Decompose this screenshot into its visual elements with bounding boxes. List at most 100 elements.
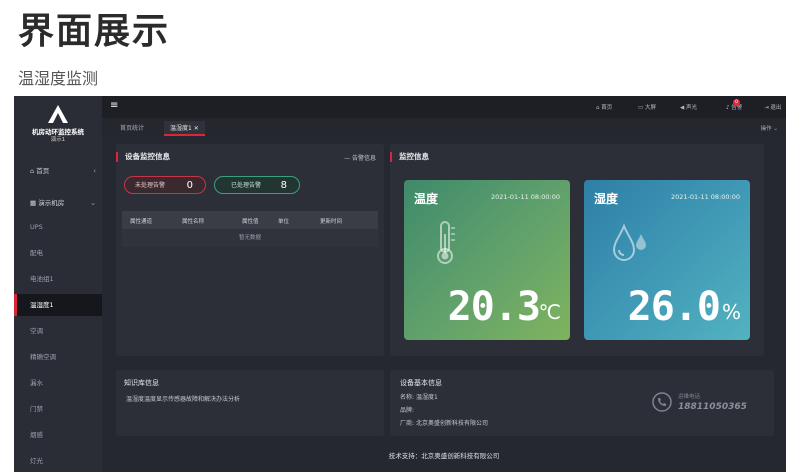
logo-icon xyxy=(48,105,68,123)
unhandled-alarm-label: 未处理告警 xyxy=(135,182,166,189)
device-brand-label: 品牌: xyxy=(400,407,415,414)
sidebar-item-smoke[interactable]: 烟感 xyxy=(14,424,102,446)
slide-title: 界面展示 xyxy=(18,11,171,52)
sidebar-item-precision-ac[interactable]: 精确空调 xyxy=(14,346,102,368)
basic-info-title: 设备基本信息 xyxy=(400,379,442,387)
column-header: 属性名称 xyxy=(182,219,205,225)
ops-phone-number: 18811050365 xyxy=(678,402,747,412)
slide: 界面展示 温湿度监测 机房动环监控系统 演示1 ⌂ 首页 ‹ ▦ 演示机房 ⌄ … xyxy=(0,0,800,476)
topbar-exit-label: 退出 xyxy=(770,105,782,111)
topbar-sound-label: 声光 xyxy=(685,105,697,111)
alarm-info-label: 告警信息 xyxy=(351,155,376,162)
sidebar-item-ac[interactable]: 空调 xyxy=(14,320,102,342)
column-header: 更新时间 xyxy=(320,219,343,225)
sidebar-item-label: 门禁 xyxy=(30,405,43,413)
top-bar: ≡ ⌂ 首页 ▭ 大屏 ◀ 声光 ♪ 告警 0 ⇥ 退出 xyxy=(102,96,786,118)
close-tab-icon[interactable]: ✕ xyxy=(194,125,199,132)
knowledge-description[interactable]: 温湿度温度显示传感器故障和解决办法分析 xyxy=(126,394,240,403)
device-name-label: 名称: xyxy=(400,394,415,401)
monitor-info-panel: 监控信息 温度 2021-01-11 08:00:00 20.3 ℃ 湿度 20… xyxy=(390,144,764,356)
sidebar-item-label: 烟感 xyxy=(30,431,43,439)
sidebar-item-leak[interactable]: 漏水 xyxy=(14,372,102,394)
footer-support: 技术支持：北京奥盛创新科技有限公司 xyxy=(388,452,500,460)
humidity-label: 湿度 xyxy=(594,192,619,206)
menu-icon[interactable]: ≡ xyxy=(110,100,118,111)
minus-icon: — xyxy=(344,155,352,162)
device-monitor-panel: 设备监控信息 — 告警信息 未处理告警 0 已处理告警 8 属性通道 属性名称 … xyxy=(116,144,384,356)
column-header: 单位 xyxy=(278,219,290,225)
topbar-screen-label: 大屏 xyxy=(644,105,656,111)
app-screenshot: 机房动环监控系统 演示1 ⌂ 首页 ‹ ▦ 演示机房 ⌄ UPS 配电 电池组1… xyxy=(14,96,786,472)
water-drop-icon xyxy=(612,223,646,261)
humidity-unit: % xyxy=(721,300,741,324)
monitor-icon: ▭ xyxy=(638,105,645,111)
grid-icon: ▦ xyxy=(30,199,39,207)
device-maker-value: 北京奥盛创新科技有限公司 xyxy=(415,420,488,427)
phone-icon xyxy=(652,392,672,412)
sidebar-item-access[interactable]: 门禁 xyxy=(14,398,102,420)
operations-label: 操作 xyxy=(760,126,772,132)
topbar-home-label: 首页 xyxy=(601,105,613,111)
tab-label: 温湿度1 xyxy=(170,125,192,132)
device-basic-info-panel: 设备基本信息 名称: 温湿度1 品牌: 厂商: 北京奥盛创新科技有限公司 运维电… xyxy=(390,370,774,436)
column-header: 属性值 xyxy=(242,219,259,225)
sidebar-item-temp-humidity[interactable]: 温湿度1 xyxy=(14,294,102,316)
app-version: 演示1 xyxy=(50,137,66,143)
temperature-unit: ℃ xyxy=(538,300,561,324)
topbar-exit[interactable]: ⇥ 退出 xyxy=(764,103,781,111)
topbar-sound[interactable]: ◀ 声光 xyxy=(680,103,697,111)
sidebar-item-label: 配电 xyxy=(30,249,43,257)
sidebar-item-label: 空调 xyxy=(30,327,43,335)
topbar-alarm[interactable]: ♪ 告警 0 xyxy=(726,99,742,111)
ops-phone: 运维电话 18811050365 xyxy=(650,390,762,416)
humidity-card: 湿度 2021-01-11 08:00:00 26.0 % xyxy=(584,180,750,340)
device-monitor-title: 设备监控信息 xyxy=(116,152,170,162)
sidebar-item-label: 首页 xyxy=(36,167,50,175)
monitor-info-title: 监控信息 xyxy=(390,152,429,162)
sidebar-item-home[interactable]: ⌂ 首页 ‹ xyxy=(14,160,102,182)
chevron-left-icon: ‹ xyxy=(93,167,96,175)
sidebar-group-demo-room[interactable]: ▦ 演示机房 ⌄ xyxy=(14,192,102,214)
app-logo: 机房动环监控系统 演示1 xyxy=(14,96,102,150)
sidebar-item-power[interactable]: 配电 xyxy=(14,242,102,264)
table-header: 属性通道 属性名称 属性值 单位 更新时间 xyxy=(122,211,378,229)
sidebar-item-battery[interactable]: 电池组1 xyxy=(14,268,102,290)
thermometer-icon xyxy=(437,221,455,264)
tab-label: 首页统计 xyxy=(120,125,145,132)
device-maker-label: 厂商: xyxy=(400,420,415,427)
sidebar-item-label: 精确空调 xyxy=(30,353,56,361)
handled-alarm-count: 8 xyxy=(280,180,287,191)
temperature-label: 温度 xyxy=(414,192,439,206)
sidebar-item-label: 灯光 xyxy=(30,457,43,465)
sidebar: 机房动环监控系统 演示1 ⌂ 首页 ‹ ▦ 演示机房 ⌄ UPS 配电 电池组1… xyxy=(14,96,102,472)
handled-alarm-label: 已处理告警 xyxy=(231,182,262,189)
knowledge-panel: 知识库信息 温湿度温度显示传感器故障和解决办法分析 xyxy=(116,370,384,436)
tab-home-stats[interactable]: 首页统计 xyxy=(114,121,150,136)
slide-subtitle: 温湿度监测 xyxy=(18,69,99,88)
sidebar-item-light[interactable]: 灯光 xyxy=(14,450,102,472)
unhandled-alarm-count: 0 xyxy=(186,180,193,191)
alarm-count-badge: 0 xyxy=(733,99,740,106)
tab-temp-humidity[interactable]: 温湿度1 ✕ xyxy=(164,121,205,136)
operations-menu[interactable]: 操作 ⌄ xyxy=(761,124,778,132)
temperature-value: 20.3 xyxy=(447,284,541,330)
device-name-row: 名称: 温湿度1 xyxy=(400,392,438,401)
temperature-card: 温度 2021-01-11 08:00:00 20.3 ℃ xyxy=(404,180,570,340)
tab-bar: 首页统计 温湿度1 ✕ 操作 ⌄ xyxy=(102,118,786,136)
chevron-down-icon: ⌄ xyxy=(771,126,778,132)
ops-phone-label: 运维电话 xyxy=(678,394,701,400)
handled-alarm-pill[interactable]: 已处理告警 8 xyxy=(214,176,300,194)
topbar-home[interactable]: ⌂ 首页 xyxy=(596,103,612,111)
chevron-down-icon: ⌄ xyxy=(90,199,96,207)
column-header: 属性通道 xyxy=(130,219,153,225)
device-brand-row: 品牌: xyxy=(400,405,414,414)
sidebar-item-ups[interactable]: UPS xyxy=(14,216,102,238)
humidity-time: 2021-01-11 08:00:00 xyxy=(670,193,740,201)
alarm-info-link[interactable]: — 告警信息 xyxy=(344,153,376,162)
humidity-value: 26.0 xyxy=(627,284,721,330)
topbar-screen[interactable]: ▭ 大屏 xyxy=(638,103,656,111)
unhandled-alarm-pill[interactable]: 未处理告警 0 xyxy=(124,176,206,194)
sidebar-item-label: UPS xyxy=(30,223,43,231)
sidebar-item-label: 漏水 xyxy=(30,379,43,387)
knowledge-title: 知识库信息 xyxy=(124,379,159,387)
